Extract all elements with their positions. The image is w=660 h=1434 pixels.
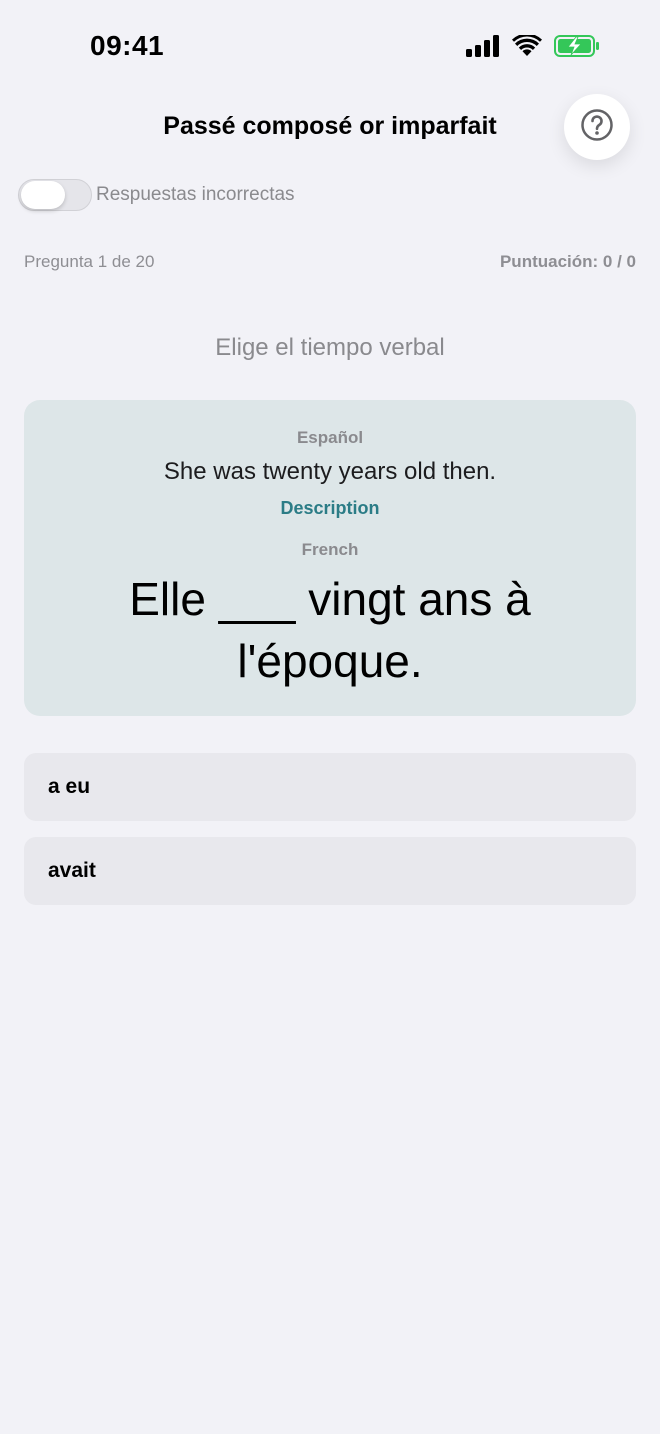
- progress-row: Pregunta 1 de 20 Puntuación: 0 / 0: [24, 252, 636, 272]
- battery-charging-icon: [554, 34, 600, 62]
- wifi-icon: [512, 33, 542, 62]
- score-label: Puntuación: 0 / 0: [499, 252, 636, 271]
- instruction-text: Elige el tiempo verbal: [215, 334, 445, 361]
- toggle-label: Respuestas incorrectas: [96, 184, 295, 205]
- status-bar: 09:41: [0, 0, 660, 96]
- target-sentence: Elle ___ vingt ans à l'époque.: [129, 573, 531, 687]
- page-title: Passé composé or imparfait: [163, 112, 497, 140]
- question-mark-icon: [580, 108, 614, 147]
- cellular-signal-icon: [466, 34, 500, 62]
- toggle-knob: [21, 181, 65, 209]
- incorrect-answers-toggle-row: Respuestas incorrectas: [18, 178, 295, 212]
- answer-option-a-eu[interactable]: a eu: [24, 753, 636, 821]
- target-language-label: French: [301, 540, 359, 559]
- status-time: 09:41: [90, 30, 165, 61]
- source-language-label: Español: [296, 428, 364, 447]
- incorrect-answers-toggle[interactable]: [18, 179, 92, 211]
- status-icons: [466, 33, 600, 62]
- help-button[interactable]: [564, 94, 630, 160]
- source-sentence: She was twenty years old then.: [163, 458, 497, 485]
- answer-option-avait[interactable]: avait: [24, 837, 636, 905]
- question-counter: Pregunta 1 de 20: [24, 252, 155, 271]
- question-card: Español She was twenty years old then. D…: [24, 400, 636, 716]
- hint-label: Description: [280, 498, 380, 518]
